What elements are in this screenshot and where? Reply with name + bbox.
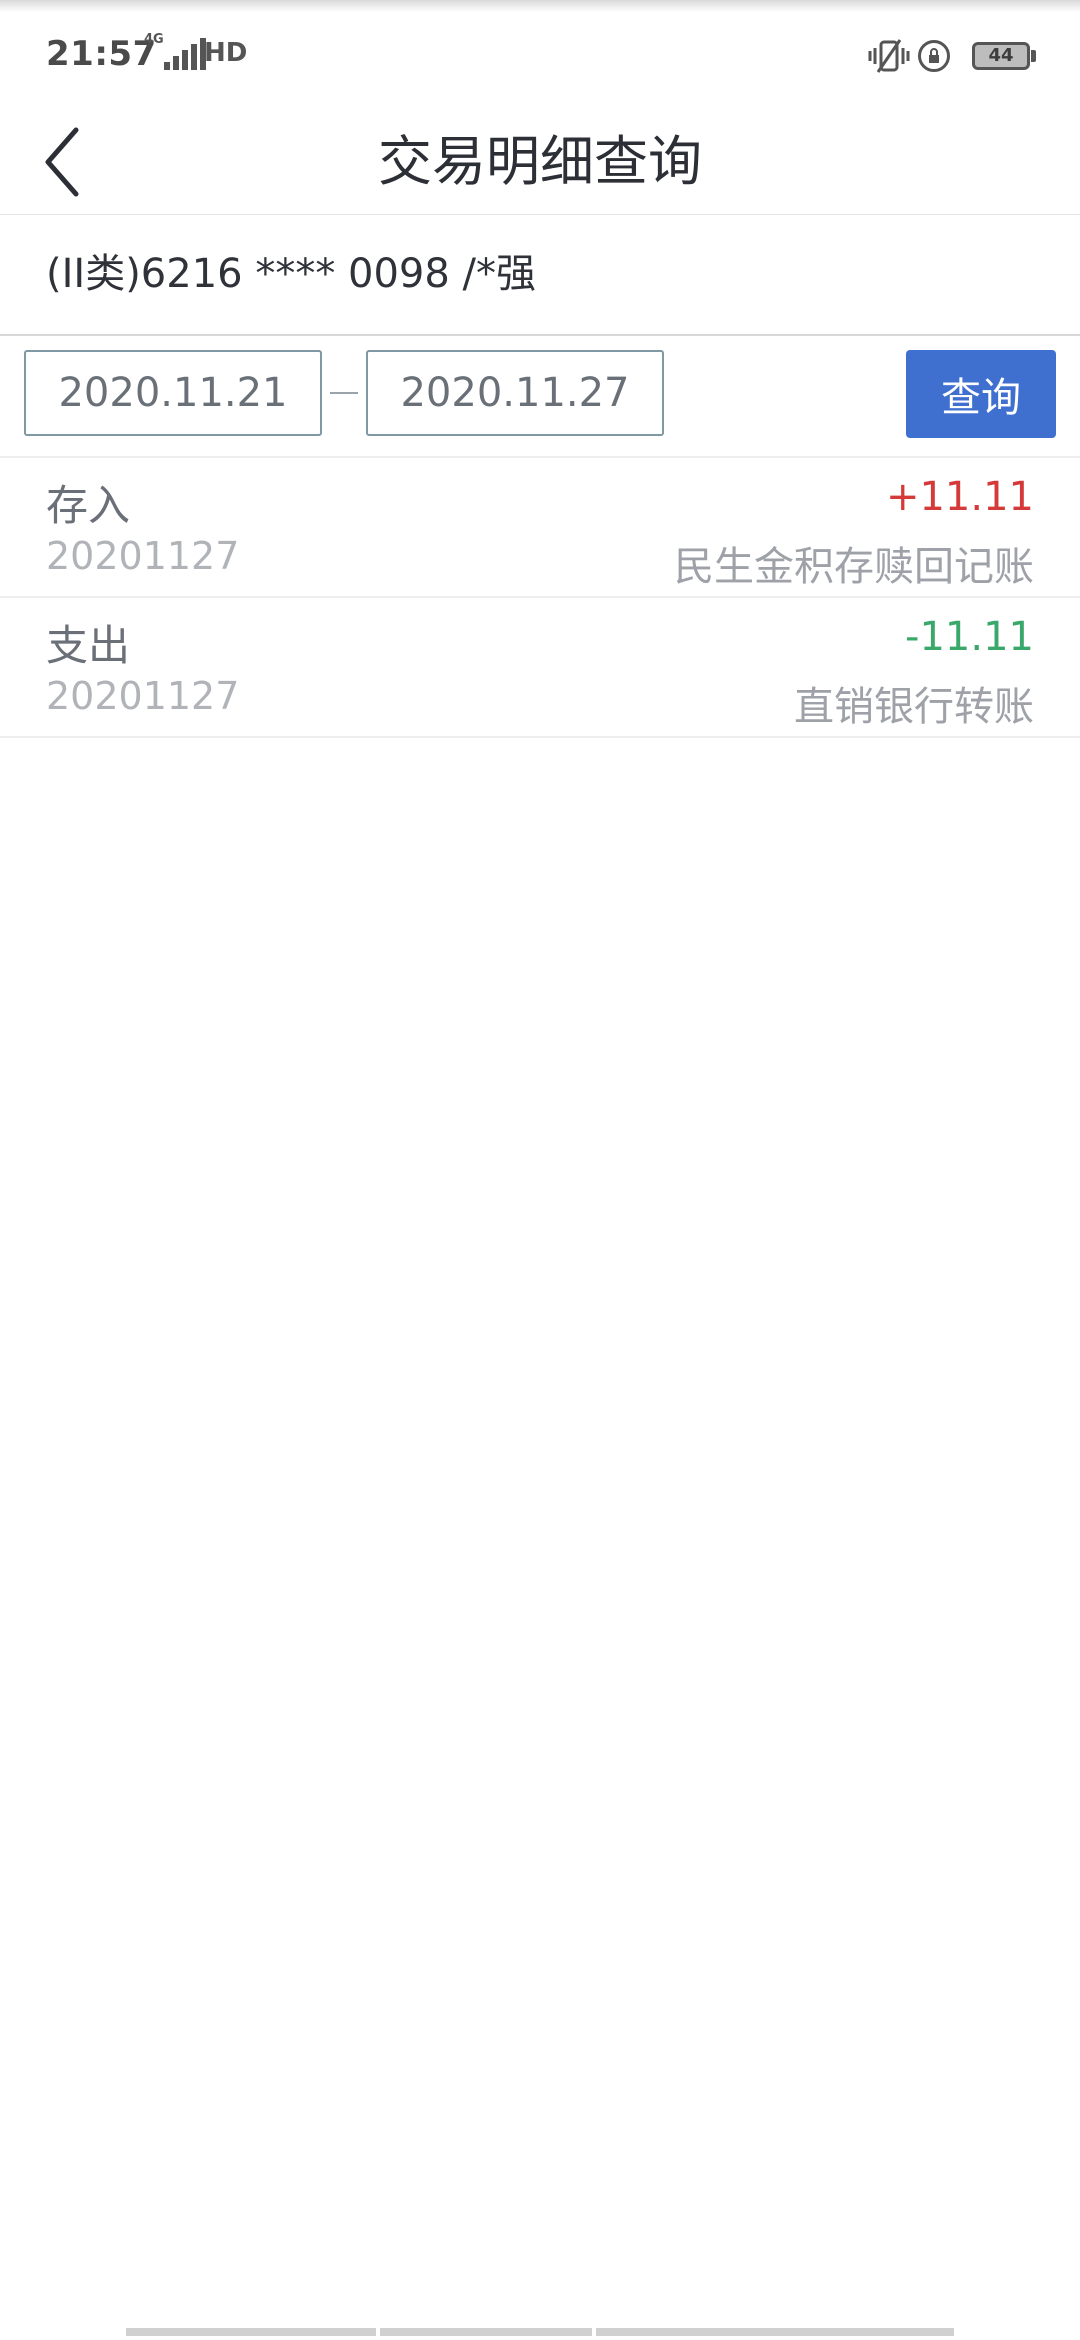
chevron-left-icon: [45, 127, 79, 197]
date-range-separator: [330, 392, 358, 394]
page-title: 交易明细查询: [378, 130, 702, 193]
query-button[interactable]: 查询: [906, 350, 1056, 438]
transaction-amount: -11.11: [905, 614, 1034, 660]
account-label: (II类)6216 **** 0098 /*强: [46, 251, 537, 297]
account-row: (II类)6216 **** 0098 /*强: [0, 214, 1080, 336]
back-button[interactable]: [36, 110, 106, 214]
transaction-row[interactable]: 支出 -11.11 20201127 直销银行转账: [0, 598, 1080, 738]
transaction-date: 20201127: [46, 534, 240, 578]
query-row: 查询: [0, 336, 1080, 458]
transaction-list: 存入 +11.11 20201127 民生金积存赎回记账 支出 -11.11 2…: [0, 458, 1080, 738]
rotation-lock-icon: [918, 40, 950, 72]
transaction-type: 支出: [46, 621, 131, 670]
status-icons-right: 44: [838, 36, 1038, 76]
network-type: 4G: [144, 32, 164, 47]
transaction-type: 存入: [46, 481, 131, 530]
transaction-description: 直销银行转账: [794, 684, 1034, 730]
battery-tip: [1031, 50, 1036, 62]
transaction-date: 20201127: [46, 674, 240, 718]
hd-icon: HD: [204, 38, 248, 68]
start-date-field[interactable]: [24, 350, 322, 436]
end-date-field[interactable]: [366, 350, 664, 436]
vibrate-icon: [868, 39, 910, 73]
transaction-amount: +11.11: [885, 474, 1034, 520]
nav-header: 交易明细查询: [0, 110, 1080, 215]
battery-icon: 44: [972, 42, 1030, 70]
gesture-navigation-bar[interactable]: [126, 2328, 954, 2336]
transaction-row[interactable]: 存入 +11.11 20201127 民生金积存赎回记账: [0, 458, 1080, 598]
status-bar: 21:57 4G HD 44: [0, 0, 1080, 110]
transaction-description: 民生金积存赎回记账: [674, 544, 1034, 590]
